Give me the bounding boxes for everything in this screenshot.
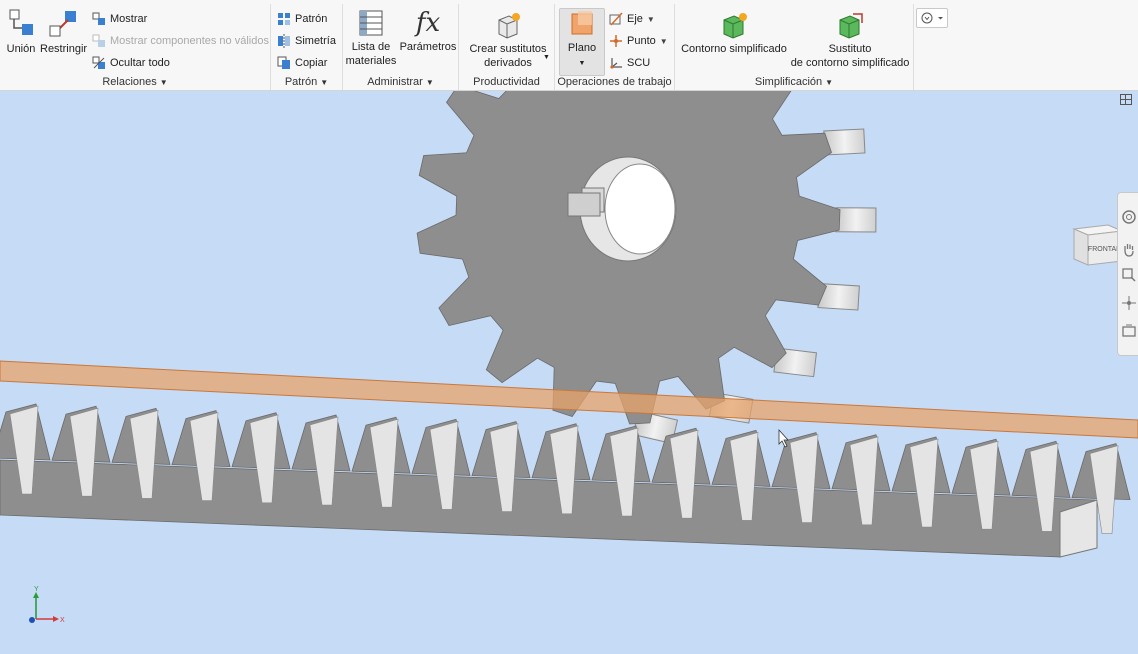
crear-sustitutos-dropdown-icon[interactable]: ▼	[543, 54, 550, 61]
panel-simplificacion: Contorno simplificado Sustituto de conto…	[675, 4, 914, 90]
mostrar-button[interactable]: Mostrar	[92, 12, 147, 26]
panel-administrar: Lista de materiales fx Parámetros Admini…	[343, 4, 459, 90]
sustituto-contorno-icon	[839, 13, 863, 39]
orbit-icon[interactable]	[1121, 295, 1137, 311]
patron-button[interactable]: Patrón	[277, 12, 327, 26]
contorno-simplificado-label: Contorno simplificado	[681, 43, 787, 55]
panel-relaciones: Unión Restringir Mostrar Mostrar compone…	[0, 4, 271, 90]
contorno-simplificado-button[interactable]: Contorno simplificado	[677, 10, 791, 56]
mostrar-no-validos-button[interactable]: Mostrar componentes no válidos	[92, 34, 269, 48]
patron-icon	[278, 13, 290, 25]
crear-sustitutos-button[interactable]: Crear sustitutos derivados	[465, 10, 551, 70]
mostrar-icon	[92, 12, 105, 25]
panel-administrar-label[interactable]: Administrar ▼	[343, 76, 458, 88]
crear-sustitutos-label-1: Crear sustitutos	[469, 43, 547, 55]
plano-icon	[571, 11, 593, 35]
options-icon	[921, 12, 943, 24]
copiar-label: Copiar	[295, 56, 328, 69]
patron-label: Patrón	[295, 12, 328, 25]
scu-button[interactable]: SCU	[609, 56, 650, 70]
crear-sustitutos-label-2: derivados	[484, 57, 532, 69]
plano-label: Plano	[567, 42, 597, 54]
fx-icon: fx	[415, 8, 441, 38]
restringir-label: Restringir	[40, 43, 88, 55]
graphics-viewport[interactable]: FRONTAL Y X	[0, 91, 1138, 654]
ribbon-options-dropdown[interactable]	[916, 8, 948, 28]
lista-materiales-label-1: Lista de	[351, 41, 391, 53]
mostrar-label: Mostrar	[110, 12, 148, 25]
union-button[interactable]: Unión	[4, 8, 38, 56]
eje-label: Eje	[627, 12, 643, 25]
sustituto-contorno-label-1: Sustituto	[828, 43, 872, 55]
eje-icon	[609, 12, 623, 26]
copiar-button[interactable]: Copiar	[277, 56, 327, 70]
pan-hand-icon[interactable]	[1121, 241, 1137, 257]
sustituto-contorno-button[interactable]: Sustituto de contorno simplificado	[789, 10, 911, 70]
zoom-icon[interactable]	[1121, 267, 1137, 283]
punto-button[interactable]: Punto ▼	[609, 34, 668, 48]
union-icon	[9, 9, 33, 35]
lista-materiales-icon	[359, 10, 383, 36]
ocultar-todo-label: Ocultar todo	[110, 56, 170, 69]
panel-relaciones-label[interactable]: Relaciones ▼	[0, 76, 270, 88]
union-label: Unión	[6, 43, 36, 55]
scu-label: SCU	[627, 56, 651, 69]
crear-sustitutos-icon	[498, 13, 520, 39]
axis-x-label: X	[60, 617, 65, 624]
panel-patron: Patrón Simetría Copiar Patrón ▼	[271, 4, 343, 90]
axis-y-label: Y	[34, 586, 39, 593]
restringir-button[interactable]: Restringir	[40, 8, 88, 56]
coordinate-triad: Y X	[29, 586, 65, 624]
ocultar-todo-icon	[92, 56, 105, 69]
plano-button[interactable]: Plano ▼	[559, 8, 605, 76]
simetria-icon	[278, 34, 290, 48]
panel-operaciones-label: Operaciones de trabajo	[557, 76, 672, 88]
steering-wheel-icon[interactable]	[1121, 209, 1137, 225]
panel-patron-label[interactable]: Patrón ▼	[271, 76, 342, 88]
look-at-icon[interactable]	[1121, 323, 1137, 339]
simetria-button[interactable]: Simetría	[277, 34, 336, 48]
contorno-simplificado-icon	[723, 13, 747, 39]
ribbon: Unión Restringir Mostrar Mostrar compone…	[0, 0, 1138, 91]
sustituto-contorno-label-2: de contorno simplificado	[790, 57, 910, 69]
copiar-icon	[277, 56, 290, 69]
lista-materiales-button[interactable]: Lista de materiales	[345, 8, 397, 68]
lista-materiales-label-2: materiales	[345, 55, 397, 67]
mostrar-no-validos-label: Mostrar componentes no válidos	[110, 34, 269, 47]
panel-simplificacion-label[interactable]: Simplificación ▼	[675, 76, 913, 88]
punto-label: Punto	[627, 34, 656, 47]
eje-button[interactable]: Eje ▼	[609, 12, 655, 26]
punto-icon	[610, 35, 622, 47]
mouse-cursor	[778, 428, 789, 448]
parametros-button[interactable]: fx Parámetros	[399, 8, 457, 54]
panel-productividad: Crear sustitutos derivados ▼ Productivid…	[459, 4, 555, 90]
gear-tooth-side	[835, 207, 877, 233]
parametros-label: Parámetros	[399, 41, 457, 53]
navigation-bar	[1117, 192, 1138, 356]
plano-dropdown-icon: ▼	[578, 60, 586, 67]
restringir-icon	[49, 11, 76, 37]
viewport-layout-icon[interactable]	[1120, 94, 1132, 105]
simetria-label: Simetría	[295, 34, 336, 47]
model-canvas	[0, 91, 1138, 558]
mostrar-no-validos-icon	[92, 34, 105, 47]
panel-productividad-label: Productividad	[473, 76, 540, 88]
ocultar-todo-button[interactable]: Ocultar todo	[92, 56, 170, 70]
panel-operaciones: Plano ▼ Eje ▼ Punto ▼ SCU Operaciones de t…	[555, 4, 675, 90]
view-cube-face-label: FRONTAL	[1088, 246, 1120, 253]
scu-icon	[610, 58, 622, 69]
